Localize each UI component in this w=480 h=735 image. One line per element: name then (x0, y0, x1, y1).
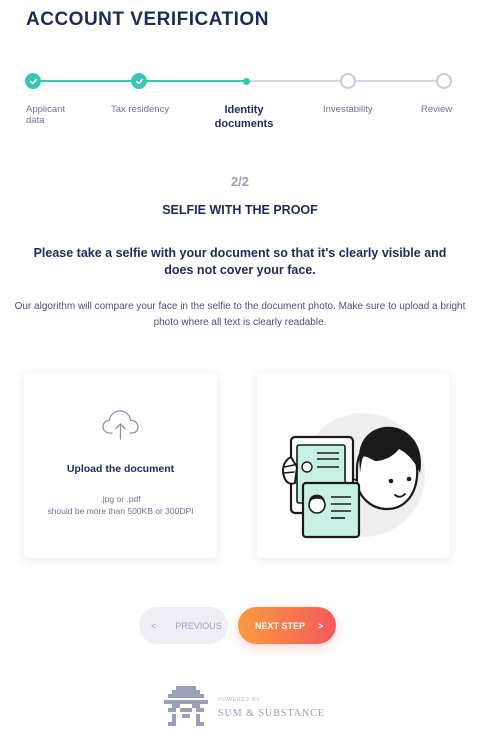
step-dot-applicant-data[interactable] (25, 73, 41, 89)
instruction-text: Please take a selfie with your document … (33, 246, 447, 277)
cloud-upload-icon (102, 410, 139, 440)
step-dot-tax-residency[interactable] (131, 73, 147, 89)
current-step-indicator (242, 77, 250, 85)
next-step-button-label: NEXT STEP (255, 620, 306, 631)
chevron-right-icon: > (318, 620, 324, 631)
step-counter: 2/2 (230, 174, 250, 189)
page-title: ACCOUNT VERIFICATION (26, 9, 269, 30)
description-text: Our algorithm will compare your face in … (14, 301, 466, 328)
brand-name: SUM & SUBSTANCE (218, 708, 325, 719)
chevron-left-icon: < (151, 620, 157, 631)
step-label-identity-documents: Identity documents (214, 104, 274, 130)
step-dot-investability[interactable] (340, 73, 356, 89)
check-icon (135, 78, 143, 84)
next-step-button[interactable]: NEXT STEP > (238, 607, 336, 644)
upload-size-hint: should be more than 500KB or 300DPI (47, 506, 194, 516)
check-icon (29, 78, 37, 84)
selfie-with-document-illustration (282, 413, 425, 539)
step-label-applicant-data: Applicant data (26, 104, 66, 126)
progress-stepper: Applicant data Tax residency Identity do… (0, 66, 480, 146)
upload-title: Upload the document (66, 463, 175, 475)
upload-dropzone[interactable]: Upload the document .jpg or .pdf should … (24, 373, 217, 558)
selfie-example-card (257, 373, 450, 558)
step-dot-review[interactable] (436, 73, 452, 89)
previous-button-label: PREVIOUS (175, 620, 222, 631)
section-subtitle: SELFIE WITH THE PROOF (162, 203, 318, 217)
step-dot-identity-documents[interactable] (238, 73, 254, 89)
previous-button[interactable]: < PREVIOUS (139, 607, 228, 644)
powered-by-label: POWERED BY (218, 697, 261, 703)
sum-and-substance-logo-icon (164, 686, 208, 726)
step-label-investability: Investability (323, 104, 373, 115)
step-label-tax-residency: Tax residency (111, 104, 170, 115)
step-label-review: Review (421, 104, 453, 115)
upload-formats: .jpg or .pdf (100, 494, 141, 504)
